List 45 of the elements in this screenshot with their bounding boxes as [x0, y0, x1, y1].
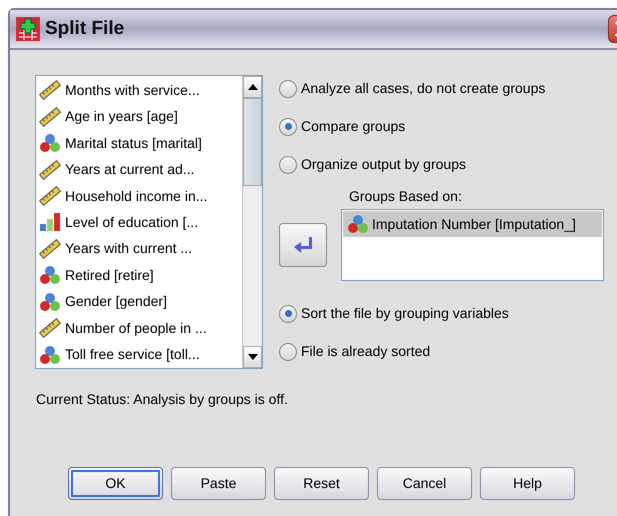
variable-item[interactable]: Age in years [age] — [39, 103, 242, 130]
variable-item[interactable]: Years at current ad... — [39, 156, 242, 183]
variable-item[interactable]: Retired [retire] — [39, 262, 242, 289]
scrollbar[interactable] — [242, 76, 262, 368]
radio-label: Sort the file by grouping variables — [301, 304, 509, 323]
variable-item[interactable]: Level of education [... — [39, 209, 242, 236]
move-arrow-button[interactable] — [279, 223, 327, 267]
dialog-button[interactable]: Help — [480, 467, 575, 500]
radio-button[interactable] — [279, 156, 297, 174]
app-icon — [16, 17, 40, 41]
dialog-button[interactable]: Cancel — [377, 467, 472, 500]
up-arrow-icon — [248, 84, 258, 90]
radio-label: Compare groups — [301, 117, 406, 136]
circles-icon — [39, 292, 61, 312]
radio-button[interactable] — [279, 118, 297, 136]
scroll-down-button[interactable] — [243, 346, 262, 368]
circles-icon — [39, 133, 61, 154]
variable-item[interactable]: Household income in... — [39, 182, 242, 210]
groups-label: Groups Based on: — [349, 187, 463, 206]
variable-item[interactable]: Gender [gender] — [39, 288, 242, 316]
radio-button[interactable] — [279, 342, 297, 360]
dialog-button[interactable]: Reset — [274, 467, 369, 500]
variable-item[interactable]: Number of people in ... — [39, 315, 242, 342]
circles-icon — [39, 344, 61, 365]
radio-label: Organize output by groups — [301, 155, 466, 174]
scroll-thumb[interactable] — [243, 98, 262, 186]
dialog-button[interactable]: Paste — [171, 467, 266, 500]
variable-item[interactable]: Months with service... — [39, 77, 242, 104]
bar-chart-icon — [39, 212, 61, 232]
radio-button[interactable] — [279, 80, 297, 98]
variable-item[interactable]: Years with current ... — [39, 236, 242, 262]
variable-item[interactable]: Toll free service [toll... — [39, 342, 242, 368]
variable-item[interactable]: Marital status [marital] — [39, 130, 242, 156]
status-text: Current Status: Analysis by groups is off. — [36, 390, 289, 409]
circles-icon — [347, 214, 369, 234]
window-title: Split File — [45, 16, 124, 41]
down-arrow-icon — [248, 354, 258, 360]
radio-label: Analyze all cases, do not create groups — [301, 79, 546, 98]
radio-label: File is already sorted — [301, 342, 430, 361]
circles-icon — [39, 265, 61, 286]
group-item[interactable]: Imputation Number [Imputation_] — [343, 211, 602, 237]
radio-button[interactable] — [279, 304, 297, 322]
arrow-icon — [293, 237, 313, 253]
scroll-up-button[interactable] — [243, 76, 262, 98]
dialog-button[interactable]: OK — [68, 467, 163, 500]
